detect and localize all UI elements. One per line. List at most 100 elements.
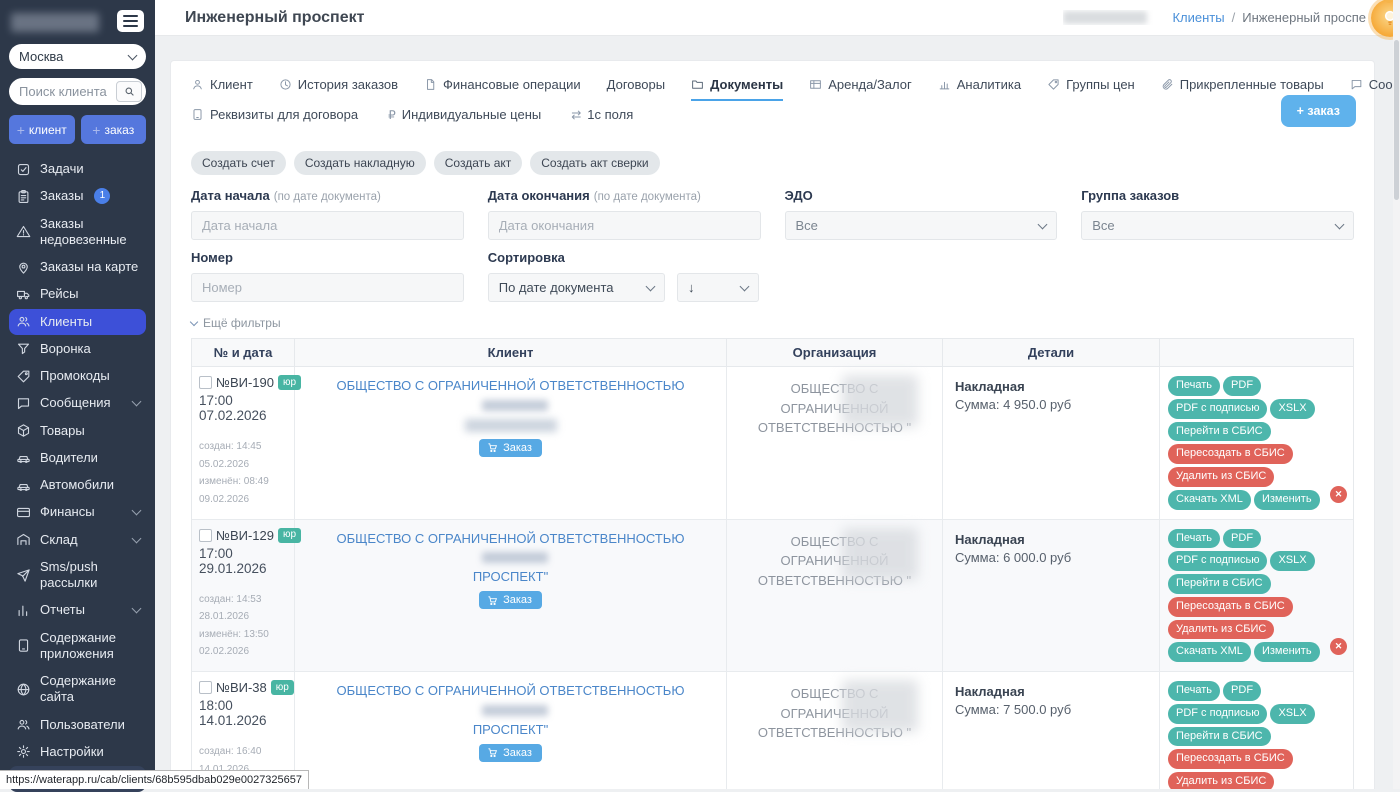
cell-number-date: №ВИ-129 юр 17:00 29.01.2026 создан: 14:5…: [192, 520, 295, 672]
action-скачать-xml[interactable]: Скачать XML: [1168, 642, 1251, 662]
end-date-input[interactable]: [488, 211, 761, 240]
add-client-button[interactable]: +клиент: [9, 115, 75, 144]
cell-number-date: №ВИ-190 юр 17:00 07.02.2026 создан: 14:4…: [192, 367, 295, 519]
sidebar-item-reports[interactable]: Отчеты: [9, 597, 146, 623]
sidebar-item-orders[interactable]: Заказы1: [9, 183, 146, 209]
main-area: Клиент История заказов Финансовые операции…: [155, 36, 1400, 789]
number-input[interactable]: [191, 273, 464, 302]
sidebar-item-drivers[interactable]: Водители: [9, 445, 146, 471]
create-button-0[interactable]: Создать счет: [191, 151, 286, 175]
more-filters-toggle[interactable]: Ещё фильтры: [191, 316, 281, 330]
action-перейти-в-сбис[interactable]: Перейти в СБИС: [1168, 574, 1271, 594]
action-пересоздать-в-сбис[interactable]: Пересоздать в СБИС: [1168, 597, 1293, 617]
sidebar-item-sms-push[interactable]: Sms/push рассылки: [9, 554, 146, 597]
client-name-line2[interactable]: ПРОСПЕКТ": [473, 569, 548, 584]
scrollbar-thumb[interactable]: [1394, 40, 1399, 200]
action-удалить-из-сбис[interactable]: Удалить из СБИС: [1168, 772, 1274, 789]
sidebar-item-finance[interactable]: Финансы: [9, 499, 146, 525]
action-печать[interactable]: Печать: [1168, 376, 1220, 396]
cell-client: ОБЩЕСТВО С ОГРАНИЧЕННОЙ ОТВЕТСТВЕННОСТЬЮ…: [295, 672, 727, 789]
tab-label: Группы цен: [1066, 77, 1135, 92]
delete-button[interactable]: ✕: [1330, 638, 1347, 655]
action-изменить[interactable]: Изменить: [1254, 642, 1320, 662]
tab-chart[interactable]: Аналитика: [938, 77, 1021, 101]
card-add-order-button[interactable]: + заказ: [1281, 95, 1356, 127]
action-pdf[interactable]: PDF: [1223, 681, 1261, 701]
action-pdf[interactable]: PDF: [1223, 376, 1261, 396]
row-checkbox[interactable]: [199, 681, 212, 694]
action-удалить-из-сбис[interactable]: Удалить из СБИС: [1168, 467, 1274, 487]
search-button[interactable]: [116, 81, 142, 102]
action-печать[interactable]: Печать: [1168, 681, 1220, 701]
client-link[interactable]: ОБЩЕСТВО С ОГРАНИЧЕННОЙ ОТВЕТСТВЕННОСТЬЮ: [303, 377, 718, 415]
create-button-3[interactable]: Создать акт сверки: [530, 151, 659, 175]
client-name-redacted: [482, 705, 548, 716]
hamburger-menu-icon[interactable]: [117, 10, 144, 32]
action-pdf-с-подписью[interactable]: PDF с подписью: [1168, 399, 1267, 419]
sidebar-item-orders-undelivered[interactable]: Заказы недовезенные: [9, 211, 146, 254]
sort-field-select[interactable]: По дате документа: [488, 273, 665, 302]
order-button[interactable]: Заказ: [479, 439, 542, 457]
tab-person[interactable]: Клиент: [191, 77, 253, 101]
add-order-button[interactable]: +заказ: [81, 115, 147, 144]
action-pdf-с-подписью[interactable]: PDF с подписью: [1168, 704, 1267, 724]
action-pdf-с-подписью[interactable]: PDF с подписью: [1168, 551, 1267, 571]
create-button-2[interactable]: Создать акт: [434, 151, 523, 175]
sidebar-item-cars[interactable]: Автомобили: [9, 472, 146, 498]
sidebar-item-funnel[interactable]: Воронка: [9, 336, 146, 362]
action-удалить-из-сбис[interactable]: Удалить из СБИС: [1168, 620, 1274, 640]
action-скачать-xml[interactable]: Скачать XML: [1168, 490, 1251, 510]
sidebar-item-clients[interactable]: Клиенты: [9, 309, 146, 335]
action-pdf[interactable]: PDF: [1223, 529, 1261, 549]
sidebar-item-settings[interactable]: Настройки: [9, 739, 146, 765]
sort-direction-select[interactable]: ↓: [677, 273, 759, 302]
action-изменить[interactable]: Изменить: [1254, 490, 1320, 510]
row-checkbox[interactable]: [199, 529, 212, 542]
city-select[interactable]: Москва: [9, 44, 146, 69]
delete-button[interactable]: ✕: [1330, 486, 1347, 503]
create-button-1[interactable]: Создать накладную: [294, 151, 426, 175]
sidebar-item-messages[interactable]: Сообщения: [9, 390, 146, 416]
client-link[interactable]: ОБЩЕСТВО С ОГРАНИЧЕННОЙ ОТВЕТСТВЕННОСТЬЮ: [303, 530, 718, 568]
action-пересоздать-в-сбис[interactable]: Пересоздать в СБИС: [1168, 749, 1293, 769]
sidebar-item-app-content[interactable]: Содержание приложения: [9, 625, 146, 668]
tab-clock[interactable]: История заказов: [279, 77, 398, 101]
edo-select[interactable]: Все: [785, 211, 1058, 240]
client-link[interactable]: ОБЩЕСТВО С ОГРАНИЧЕННОЙ ОТВЕТСТВЕННОСТЬЮ: [303, 682, 718, 720]
sidebar-item-users[interactable]: Пользователи: [9, 712, 146, 738]
client-search-input[interactable]: [19, 84, 112, 99]
start-date-input[interactable]: [191, 211, 464, 240]
table-row: №ВИ-190 юр 17:00 07.02.2026 создан: 14:4…: [192, 367, 1353, 520]
action-перейти-в-сбис[interactable]: Перейти в СБИС: [1168, 727, 1271, 747]
tab-folder[interactable]: Документы: [691, 77, 783, 101]
cell-details: Накладная Сумма: 4 950.0 руб: [943, 367, 1160, 519]
tab-t3[interactable]: Договоры: [607, 77, 665, 101]
sidebar-item-trips[interactable]: Рейсы: [9, 281, 146, 307]
action-xslx[interactable]: XSLX: [1270, 399, 1314, 419]
row-checkbox[interactable]: [199, 376, 212, 389]
action-xslx[interactable]: XSLX: [1270, 704, 1314, 724]
action-xslx[interactable]: XSLX: [1270, 551, 1314, 571]
client-name-line2[interactable]: ПРОСПЕКТ": [473, 722, 548, 737]
tab-x⇄[interactable]: ⇄1с поля: [571, 107, 633, 131]
order-button[interactable]: Заказ: [479, 591, 542, 609]
tab-tag[interactable]: Группы цен: [1047, 77, 1135, 101]
tab-table[interactable]: Аренда/Залог: [809, 77, 912, 101]
sidebar-item-orders-map[interactable]: Заказы на карте: [9, 254, 146, 280]
tab-file[interactable]: Финансовые операции: [424, 77, 581, 101]
sidebar-item-site-content[interactable]: Содержание сайта: [9, 668, 146, 711]
filter-start-date: Дата начала(по дате документа): [191, 187, 464, 240]
tab-app[interactable]: Реквизиты для договора: [191, 107, 358, 131]
action-печать[interactable]: Печать: [1168, 529, 1220, 549]
action-перейти-в-сбис[interactable]: Перейти в СБИС: [1168, 422, 1271, 442]
sidebar-item-goods[interactable]: Товары: [9, 418, 146, 444]
sidebar-item-promocodes[interactable]: Промокоды: [9, 363, 146, 389]
sidebar-item-warehouse[interactable]: Склад: [9, 527, 146, 553]
order-button[interactable]: Заказ: [479, 744, 542, 762]
sidebar-item-tasks[interactable]: Задачи: [9, 156, 146, 182]
action-пересоздать-в-сбис[interactable]: Пересоздать в СБИС: [1168, 444, 1293, 464]
order-group-select[interactable]: Все: [1081, 211, 1354, 240]
tab-x₽[interactable]: ₽Индивидуальные цены: [388, 107, 541, 131]
breadcrumb-link-clients[interactable]: Клиенты: [1172, 10, 1224, 25]
filter-order-group: Группа заказов Все: [1081, 187, 1354, 240]
